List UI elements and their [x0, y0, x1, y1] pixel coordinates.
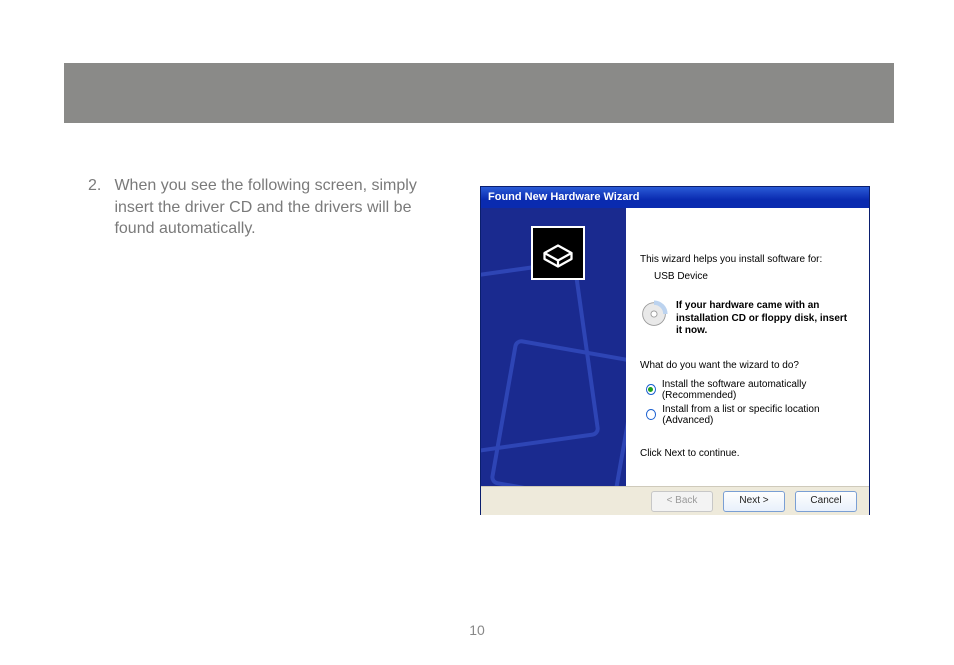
header-bar — [64, 63, 894, 123]
wizard-option-group: Install the software automatically (Reco… — [646, 379, 855, 426]
wizard-intro: This wizard helps you install software f… — [640, 254, 855, 265]
wizard-titlebar: Found New Hardware Wizard — [481, 187, 869, 208]
option-specific[interactable]: Install from a list or specific location… — [646, 404, 855, 426]
radio-icon — [646, 409, 656, 420]
option-label: Install from a list or specific location… — [662, 404, 855, 426]
wizard-next-note: Click Next to continue. — [640, 448, 855, 459]
wizard-device-name: USB Device — [654, 271, 855, 282]
wizard-content: This wizard helps you install software f… — [626, 208, 869, 486]
next-button[interactable]: Next > — [723, 491, 785, 512]
instruction-step: 2. When you see the following screen, si… — [88, 175, 438, 240]
hardware-wizard-dialog: Found New Hardware Wizard This wizard he… — [480, 186, 870, 515]
back-button[interactable]: < Back — [651, 491, 713, 512]
radio-icon — [646, 384, 656, 395]
hardware-icon — [531, 226, 585, 280]
cd-icon — [640, 300, 668, 328]
wizard-prompt: What do you want the wizard to do? — [640, 360, 855, 371]
option-auto[interactable]: Install the software automatically (Reco… — [646, 379, 855, 401]
cd-hint-text: If your hardware came with an installati… — [676, 300, 855, 338]
cancel-button[interactable]: Cancel — [795, 491, 857, 512]
wizard-side-graphic — [481, 208, 626, 486]
wizard-footer: < Back Next > Cancel — [481, 486, 869, 515]
page-number: 10 — [0, 622, 954, 638]
instruction-text: When you see the following screen, simpl… — [114, 175, 434, 240]
instruction-number: 2. — [88, 175, 110, 197]
option-label: Install the software automatically (Reco… — [662, 379, 855, 401]
